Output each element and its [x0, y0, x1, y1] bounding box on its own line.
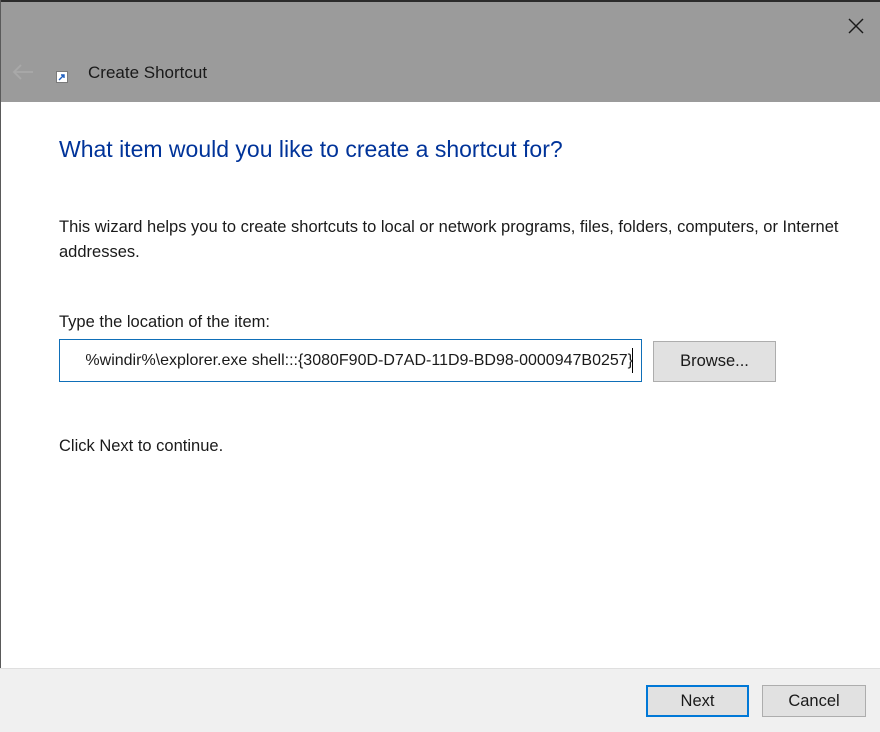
browse-button[interactable]: Browse... [653, 341, 776, 382]
back-button[interactable] [10, 60, 36, 84]
shortcut-icon [56, 71, 68, 83]
location-input-value: %windir%\explorer.exe shell:::{3080F90D-… [85, 352, 633, 369]
text-caret [632, 348, 633, 373]
window-left-edge [0, 0, 1, 732]
wizard-description: This wizard helps you to create shortcut… [59, 218, 839, 261]
window-top-edge [0, 0, 880, 2]
next-button[interactable]: Next [646, 685, 749, 717]
dialog-footer: Next Cancel [0, 668, 880, 732]
cancel-button[interactable]: Cancel [762, 685, 866, 717]
close-button[interactable] [840, 10, 872, 42]
page-heading: What item would you like to create a sho… [59, 136, 563, 162]
close-icon [848, 18, 864, 34]
create-shortcut-dialog: Create Shortcut What item would you like… [0, 0, 880, 732]
window-title: Create Shortcut [88, 63, 208, 82]
location-input[interactable]: %windir%\explorer.exe shell:::{3080F90D-… [59, 339, 642, 382]
back-arrow-icon [12, 64, 33, 80]
location-label: Type the location of the item: [59, 313, 270, 331]
continue-instruction: Click Next to continue. [59, 437, 224, 455]
title-bar: Create Shortcut [0, 0, 880, 102]
